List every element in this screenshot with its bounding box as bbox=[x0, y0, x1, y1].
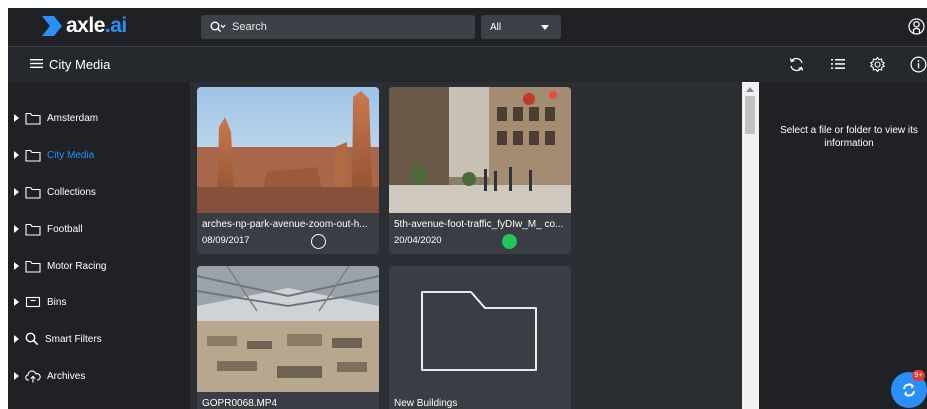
app-window: axle.ai All City Media bbox=[8, 8, 927, 409]
refresh-icon[interactable] bbox=[788, 56, 805, 73]
sidebar-item-label: Motor Racing bbox=[47, 260, 107, 272]
media-card[interactable]: 5th-avenue-foot-traffic_fyDIw_M_ co... 2… bbox=[389, 87, 571, 254]
caret-right-icon[interactable] bbox=[14, 225, 19, 233]
sidebar-item-motor-racing[interactable]: Motor Racing bbox=[14, 256, 106, 276]
sync-icon bbox=[903, 383, 915, 397]
thumbnail-desert-image[interactable] bbox=[197, 87, 379, 213]
media-date: 20/04/2020 bbox=[394, 235, 442, 246]
scroll-up-arrow-icon[interactable] bbox=[746, 87, 754, 92]
media-card[interactable]: arches-np-park-avenue-zoom-out-h... 08/0… bbox=[197, 87, 379, 254]
filter-select-value: All bbox=[490, 21, 502, 33]
media-date: 08/09/2017 bbox=[202, 235, 250, 246]
notification-badge: 9+ bbox=[912, 370, 925, 381]
folder-card[interactable]: New Buildings bbox=[389, 266, 571, 409]
caret-right-icon[interactable] bbox=[14, 188, 19, 196]
list-icon[interactable] bbox=[830, 56, 846, 72]
media-name: GOPR0068.MP4 bbox=[202, 398, 278, 409]
caret-right-icon[interactable] bbox=[14, 114, 19, 122]
sidebar-item-football[interactable]: Football bbox=[14, 219, 83, 239]
status-indicator[interactable] bbox=[502, 234, 517, 249]
media-grid: arches-np-park-avenue-zoom-out-h... 08/0… bbox=[190, 82, 742, 409]
logo-chevron-icon bbox=[42, 16, 62, 36]
caret-right-icon[interactable] bbox=[14, 335, 19, 343]
folder-sidebar: Amsterdam City Media Collections Footbal… bbox=[8, 82, 190, 409]
scrollbar[interactable] bbox=[742, 82, 759, 409]
sidebar-item-label: Amsterdam bbox=[47, 112, 99, 124]
filter-select[interactable]: All bbox=[481, 15, 561, 39]
media-name: arches-np-park-avenue-zoom-out-h... bbox=[202, 219, 368, 230]
sidebar-item-label: Smart Filters bbox=[45, 333, 102, 345]
folder-icon bbox=[25, 260, 41, 273]
status-indicator[interactable] bbox=[311, 234, 326, 249]
sidebar-item-label: Archives bbox=[47, 370, 86, 382]
sidebar-item-archives[interactable]: Archives bbox=[14, 366, 85, 386]
user-icon[interactable] bbox=[908, 18, 925, 35]
logo[interactable]: axle.ai bbox=[40, 14, 127, 38]
search-box[interactable] bbox=[201, 15, 475, 39]
sidebar-item-city-media[interactable]: City Media bbox=[14, 145, 94, 165]
search-input[interactable] bbox=[232, 21, 462, 33]
top-bar: axle.ai All bbox=[8, 8, 927, 46]
media-card[interactable]: GOPR0068.MP4 bbox=[197, 266, 379, 409]
caret-right-icon[interactable] bbox=[14, 151, 19, 159]
sidebar-item-collections[interactable]: Collections bbox=[14, 182, 96, 202]
folder-toolbar: City Media bbox=[8, 46, 927, 82]
sidebar-item-amsterdam[interactable]: Amsterdam bbox=[14, 108, 98, 128]
folder-icon bbox=[25, 149, 41, 162]
folder-name: New Buildings bbox=[394, 398, 458, 409]
current-folder-title: City Media bbox=[49, 57, 111, 72]
cloud-icon bbox=[25, 370, 41, 383]
settings-icon[interactable] bbox=[869, 56, 886, 73]
folder-icon[interactable] bbox=[389, 266, 571, 392]
folder-icon bbox=[25, 223, 41, 236]
sidebar-item-bins[interactable]: Bins bbox=[14, 292, 66, 312]
search-icon bbox=[25, 332, 39, 346]
logo-text: axle.ai bbox=[66, 14, 127, 37]
caret-right-icon[interactable] bbox=[14, 372, 19, 380]
folder-icon bbox=[25, 186, 41, 199]
info-panel: Select a file or folder to view its info… bbox=[759, 82, 927, 409]
caret-right-icon[interactable] bbox=[14, 262, 19, 270]
sidebar-item-label: Bins bbox=[47, 296, 67, 308]
scroll-thumb[interactable] bbox=[745, 96, 755, 134]
bin-icon bbox=[25, 296, 41, 308]
thumbnail-street-image[interactable] bbox=[389, 87, 571, 213]
sidebar-item-label: City Media bbox=[47, 149, 95, 161]
sidebar-item-label: Football bbox=[47, 223, 83, 235]
folder-icon bbox=[25, 112, 41, 125]
search-icon bbox=[210, 21, 226, 32]
caret-right-icon[interactable] bbox=[14, 298, 19, 306]
thumbnail-warehouse-image[interactable] bbox=[197, 266, 379, 392]
media-name: 5th-avenue-foot-traffic_fyDIw_M_ co... bbox=[394, 219, 564, 230]
chevron-down-icon bbox=[541, 24, 549, 30]
menu-icon[interactable] bbox=[30, 58, 43, 69]
info-panel-message: Select a file or folder to view its info… bbox=[780, 125, 918, 149]
sidebar-item-smart-filters[interactable]: Smart Filters bbox=[14, 329, 102, 349]
info-icon[interactable] bbox=[910, 56, 927, 73]
sidebar-item-label: Collections bbox=[47, 186, 96, 198]
